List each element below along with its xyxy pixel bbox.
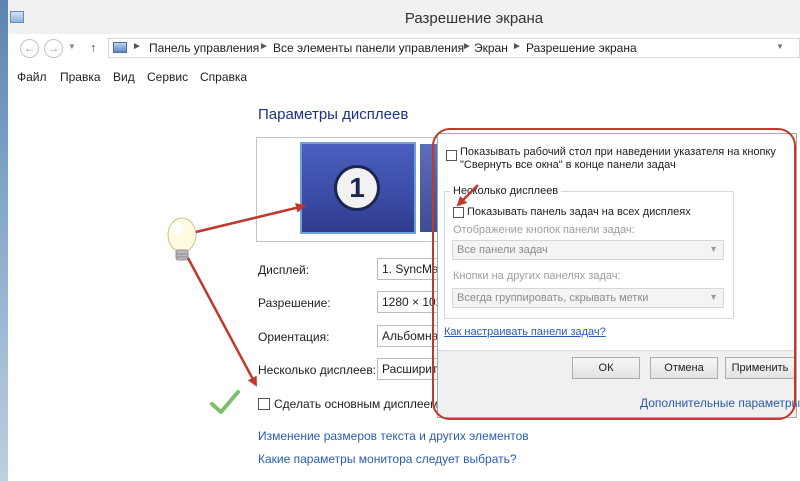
lightbulb-icon xyxy=(167,217,197,261)
arrow-to-show-all-checkbox xyxy=(456,184,479,207)
checkmark-icon xyxy=(210,390,240,414)
arrow-to-checkbox xyxy=(186,257,258,387)
arrow-to-monitor xyxy=(195,203,306,234)
annotation-overlay xyxy=(167,184,479,414)
